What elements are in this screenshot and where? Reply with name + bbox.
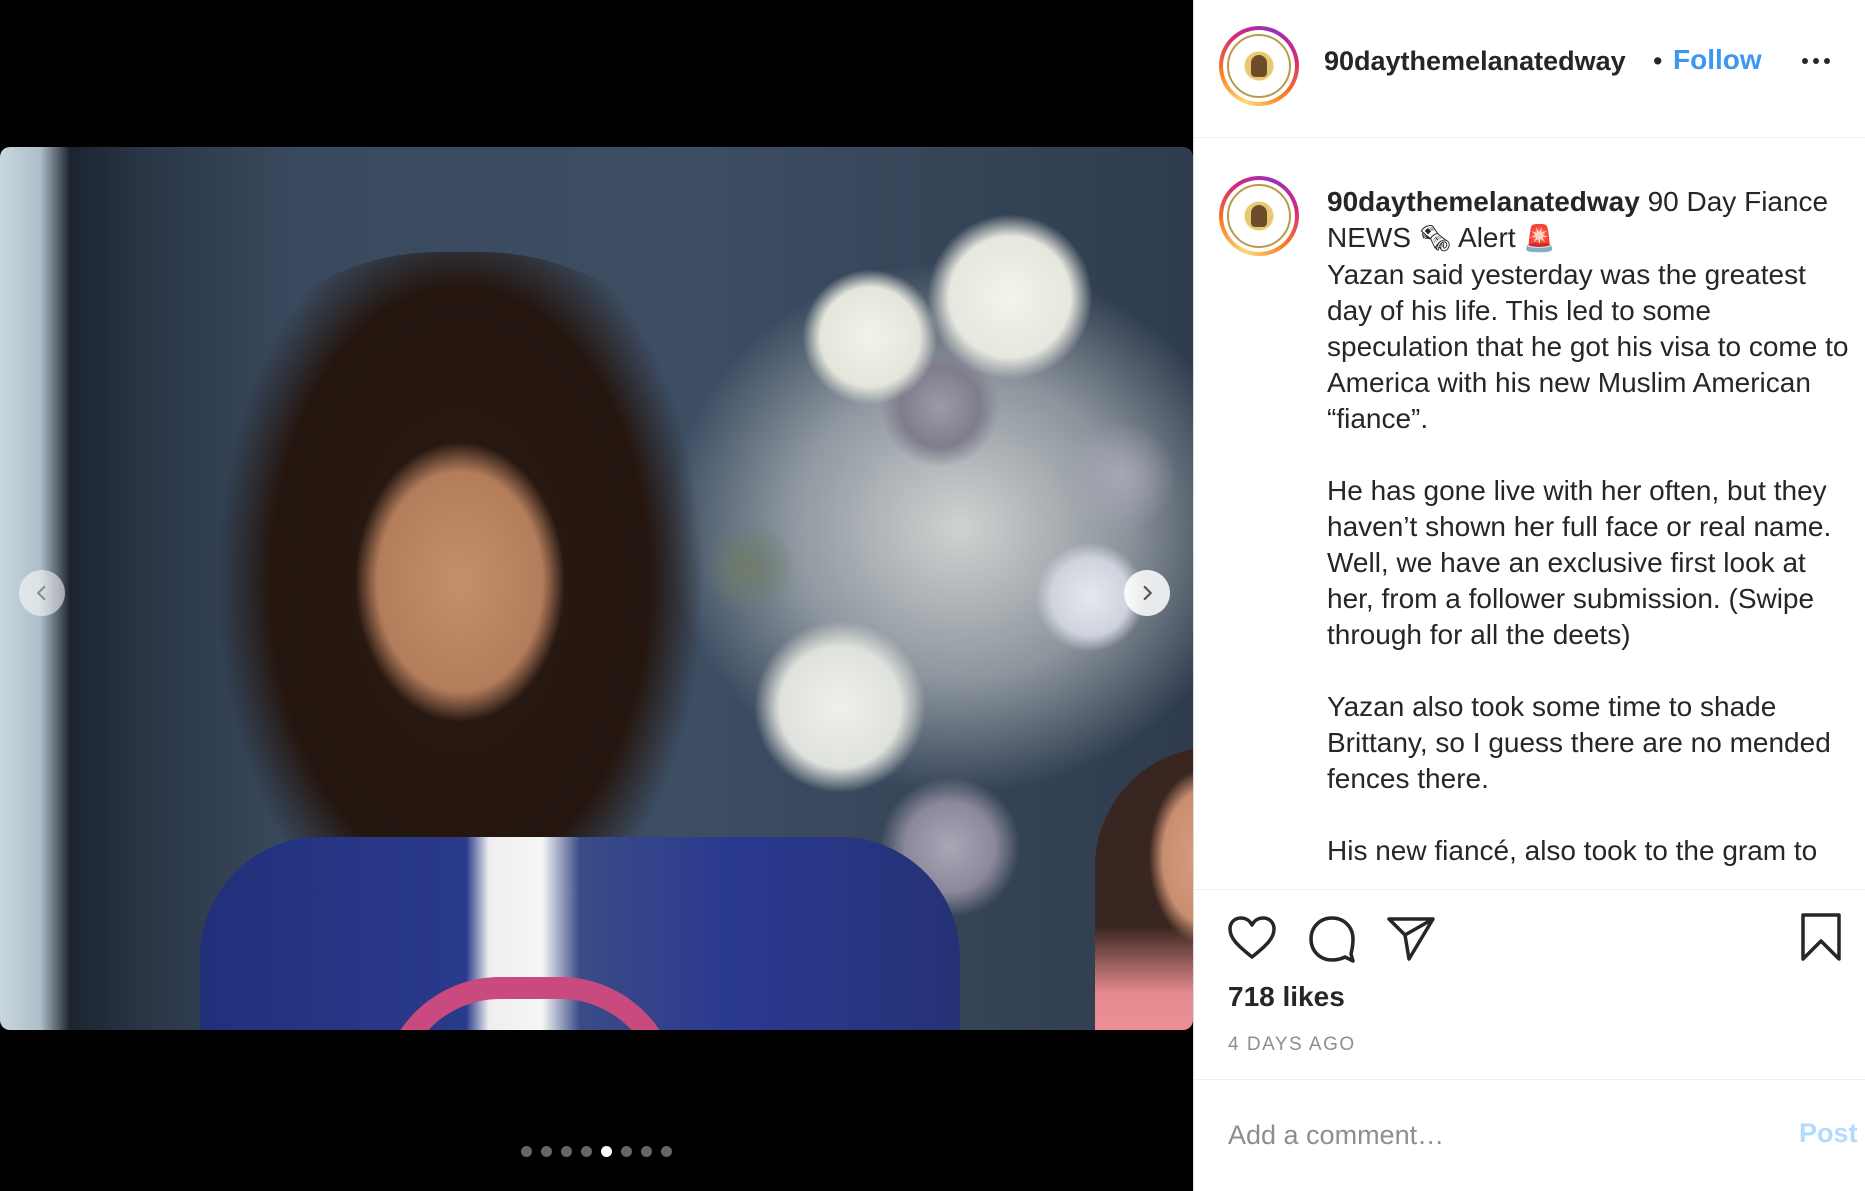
post-actions: 718 likes 4 DAYS AGO <box>1194 889 1865 1079</box>
share-button[interactable] <box>1386 915 1436 961</box>
siren-icon: 🚨 <box>1523 224 1556 254</box>
caption-avatar[interactable] <box>1219 176 1299 256</box>
follow-button[interactable]: Follow <box>1673 44 1762 76</box>
like-button[interactable] <box>1227 915 1277 961</box>
caption-alert-word: Alert <box>1458 222 1516 253</box>
post-header: 90daythemelanatedway • Follow <box>1194 0 1865 138</box>
newspaper-icon: 🗞 <box>1418 224 1452 254</box>
carousel-indicator <box>0 1146 1193 1157</box>
bookmark-icon <box>1801 913 1841 961</box>
carousel-dot <box>641 1146 652 1157</box>
post-sidebar: 90daythemelanatedway • Follow 90daytheme… <box>1193 0 1865 1191</box>
chevron-left-icon <box>37 585 46 601</box>
caption-paragraph: He has gone live with her often, but the… <box>1327 475 1832 650</box>
caption-paragraph: His new fiancé, also took to the gram to <box>1327 835 1818 866</box>
chevron-right-icon <box>1143 585 1152 601</box>
heart-icon <box>1228 916 1276 959</box>
carousel-dot <box>601 1146 612 1157</box>
carousel-dot <box>621 1146 632 1157</box>
carousel-prev-button[interactable] <box>19 570 65 616</box>
comment-bubble-icon <box>1309 916 1355 963</box>
post-comment-button[interactable]: Post <box>1799 1118 1858 1149</box>
carousel-dot <box>661 1146 672 1157</box>
carousel-next-button[interactable] <box>1124 570 1170 616</box>
carousel-dot <box>541 1146 552 1157</box>
paper-plane-icon <box>1387 917 1435 961</box>
post-media <box>0 0 1193 1191</box>
caption-paragraph: Yazan said yesterday was the greatest da… <box>1327 259 1849 434</box>
instagram-post: 90daythemelanatedway • Follow 90daytheme… <box>0 0 1865 1191</box>
post-timestamp[interactable]: 4 DAYS AGO <box>1228 1034 1356 1056</box>
save-button[interactable] <box>1799 912 1843 962</box>
carousel-dot <box>521 1146 532 1157</box>
carousel-dot <box>581 1146 592 1157</box>
post-photo[interactable] <box>0 147 1193 1030</box>
author-avatar[interactable] <box>1219 26 1299 106</box>
post-caption: 90daythemelanatedway 90 Day Fiance NEWS … <box>1327 184 1857 889</box>
comment-button[interactable] <box>1307 915 1357 963</box>
caption-username[interactable]: 90daythemelanatedway <box>1327 186 1640 217</box>
more-options-icon[interactable] <box>1802 58 1830 64</box>
brand-seal-icon <box>1227 34 1291 98</box>
caption-paragraph: Yazan also took some time to shade Britt… <box>1327 691 1831 794</box>
comment-input[interactable] <box>1228 1113 1748 1157</box>
caption-area: 90daythemelanatedway 90 Day Fiance NEWS … <box>1194 139 1865 889</box>
header-separator: • <box>1653 46 1663 76</box>
comment-bar: Post <box>1194 1079 1865 1191</box>
likes-count[interactable]: 718 likes <box>1228 981 1345 1013</box>
brand-seal-icon <box>1227 184 1291 248</box>
carousel-dot <box>561 1146 572 1157</box>
author-username[interactable]: 90daythemelanatedway <box>1324 46 1626 77</box>
